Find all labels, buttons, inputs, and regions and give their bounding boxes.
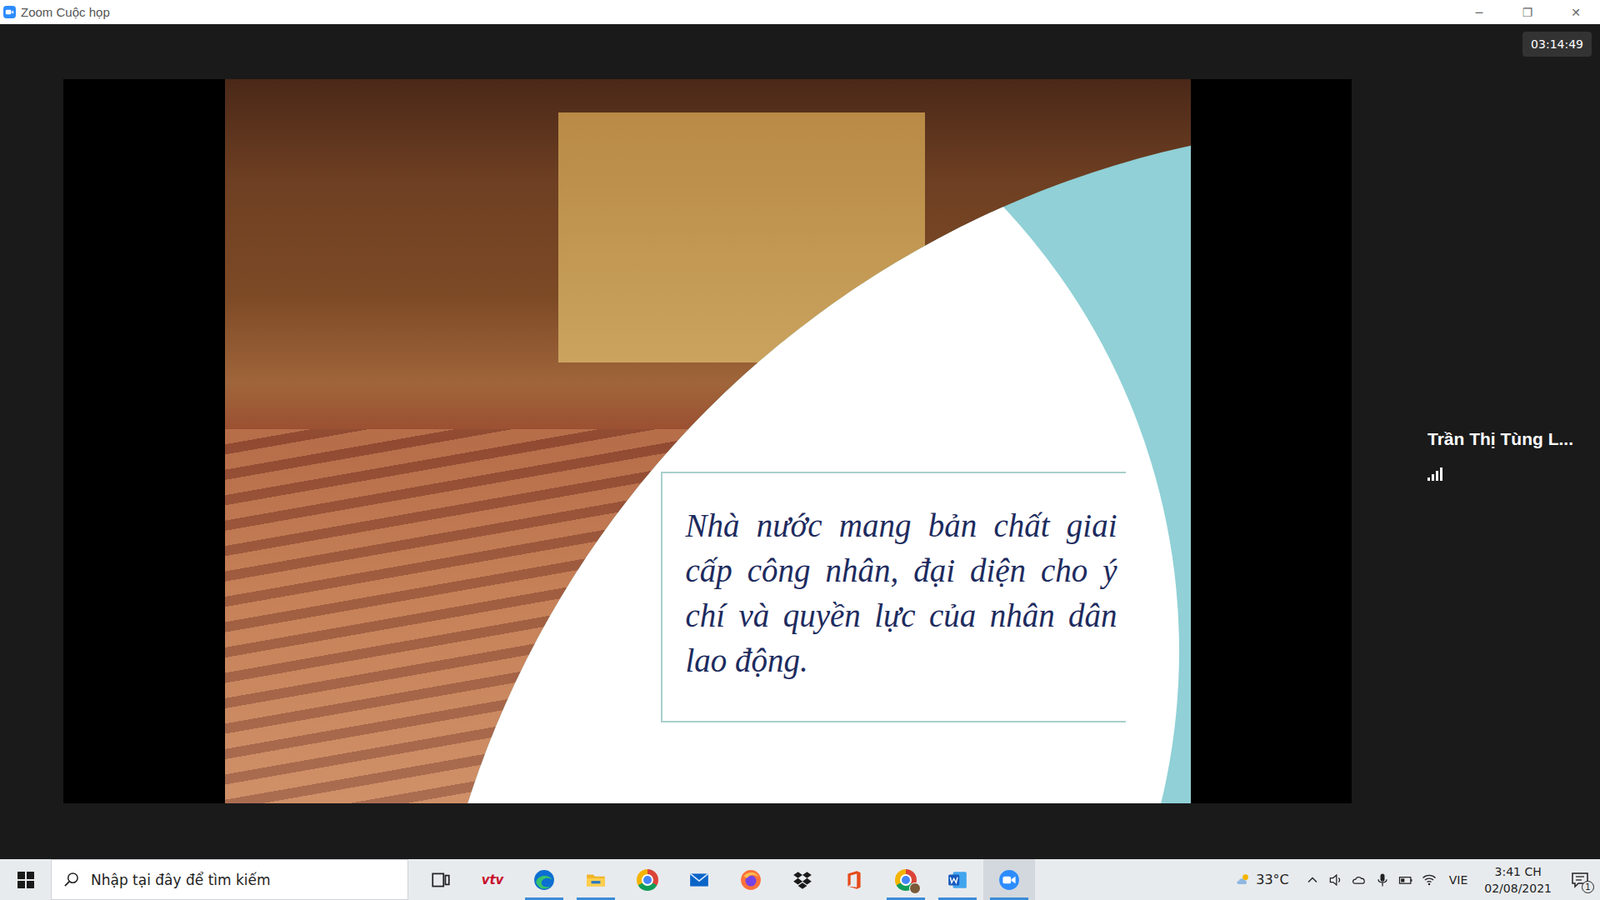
edge-icon [533,869,555,891]
slide-text: Nhà nước mang bản chất giai cấp công nhâ… [685,503,1118,684]
onedrive-cloud-icon[interactable] [1350,871,1368,889]
taskbar-app[interactable] [776,859,829,900]
search-placeholder: Nhập tại đây để tìm kiếm [90,871,271,889]
slide-white-shape [421,123,1180,804]
weather-cloud-icon [1235,871,1252,889]
weather-widget[interactable]: 33°C [1235,871,1290,889]
taskbar-apps: vtv [415,859,1035,900]
profile-avatar-icon [909,882,921,895]
dropbox-icon [791,869,814,891]
clock[interactable]: 3:41 CH02/08/2021 [1479,863,1557,897]
participant-name: Trần Thị Tùng L... [1427,429,1574,450]
taskbar: Nhập tại đây để tìm kiếm vtv 33°C VIE 3:41 C… [0,859,1600,900]
windows-logo-icon [17,871,35,889]
word-icon [946,869,969,891]
screen: Zoom Cuộc họp ─❐✕ Nhà nước mang bản chất g… [0,0,1600,900]
mail-icon [688,869,710,891]
signal-icon [1427,467,1445,481]
zoom-logo-icon [3,5,16,19]
taskbar-app[interactable]: vtv [466,859,519,900]
microphone-icon[interactable] [1374,871,1391,889]
battery-icon[interactable] [1397,871,1415,889]
meeting-timer: 03:14:49 [1522,31,1592,57]
taskbar-app[interactable] [983,859,1035,900]
running-indicator [990,897,1029,900]
window-control-button[interactable]: ─ [1455,0,1504,25]
speaker-icon[interactable] [1327,871,1345,889]
zoom-icon [998,869,1020,891]
wifi-icon[interactable] [1420,871,1438,889]
search-box[interactable]: Nhập tại đây để tìm kiếm [50,859,409,900]
running-indicator [473,897,512,900]
weather-temperature: 33°C [1255,871,1290,888]
slide: Nhà nước mang bản chất giai cấp công nhâ… [225,79,1191,804]
running-indicator [783,897,822,900]
chrome-icon [895,869,917,891]
system-tray: 33°C VIE 3:41 CH02/08/2021 1 [1235,859,1600,900]
window-title: Zoom Cuộc họp [20,5,110,20]
running-indicator [525,897,564,900]
chrome-icon [636,869,659,891]
window-control-button[interactable]: ✕ [1551,0,1600,25]
running-indicator [938,897,977,900]
firefox-icon [740,869,762,891]
taskbar-app[interactable] [673,859,725,900]
running-indicator [886,897,925,900]
input-language[interactable]: VIE [1449,873,1469,887]
taskbar-app[interactable] [621,859,674,900]
taskbar-app[interactable] [570,859,622,900]
running-indicator [421,897,460,900]
taskbar-app[interactable] [880,859,932,900]
window-control-button[interactable]: ❐ [1503,0,1552,25]
running-indicator [835,897,874,900]
notification-count: 1 [1581,880,1595,894]
slide-teal-arc [421,123,1191,804]
running-indicator [576,897,615,900]
taskbar-app[interactable] [931,859,984,900]
meeting-area: Nhà nước mang bản chất giai cấp công nhâ… [0,24,1600,860]
clock-date: 02/08/2021 [1484,880,1552,897]
taskbar-app[interactable] [518,859,570,900]
chevron-up-icon[interactable] [1304,871,1321,889]
running-indicator [731,897,770,900]
file-explorer-icon [585,869,607,891]
window-controls: ─❐✕ [1455,0,1600,25]
title-bar: Zoom Cuộc họp ─❐✕ [0,0,1600,25]
slide-text-box: Nhà nước mang bản chất giai cấp công nhâ… [660,471,1126,723]
taskbar-app[interactable] [725,859,777,900]
magnifier-icon [63,871,80,888]
task-view-icon [430,869,452,891]
participant-panel: Trần Thị Tùng L... [1351,79,1600,481]
start-button[interactable] [0,859,51,900]
running-indicator [628,897,667,900]
notification-button[interactable]: 1 [1563,859,1597,900]
shared-screen: Nhà nước mang bản chất giai cấp công nhâ… [63,79,1352,804]
taskbar-app[interactable] [828,859,880,900]
running-indicator [680,897,719,900]
clock-time: 3:41 CH [1495,863,1542,880]
office-icon [843,869,865,891]
taskbar-app[interactable] [415,859,467,900]
vtv-logo-icon: vtv [481,872,505,888]
